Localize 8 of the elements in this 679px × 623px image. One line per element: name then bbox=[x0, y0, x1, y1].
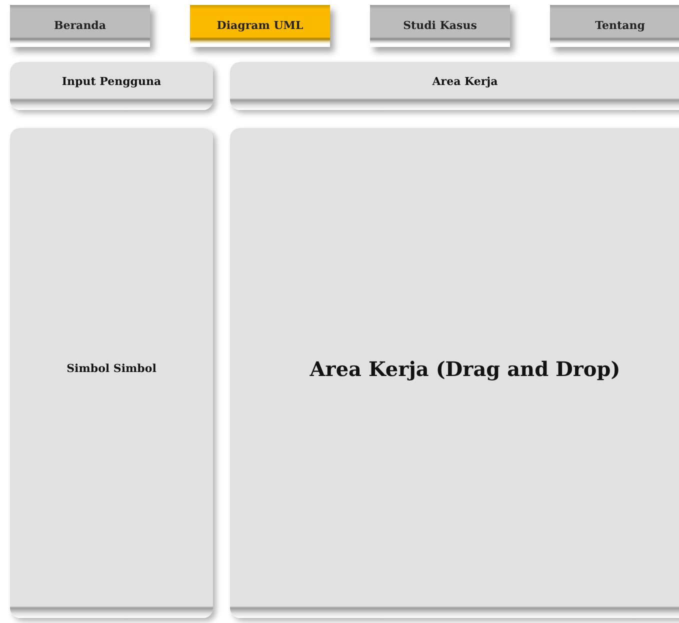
symbols-panel: Simbol Simbol bbox=[10, 128, 213, 618]
nav-tab[interactable]: Studi Kasus bbox=[370, 5, 510, 47]
nav-tab[interactable]: Beranda bbox=[10, 5, 150, 47]
nav-tab[interactable]: Diagram UML bbox=[190, 5, 330, 47]
input-header: Input Pengguna bbox=[10, 62, 213, 110]
nav-tab[interactable]: Tentang bbox=[550, 5, 679, 47]
workspace-header: Area Kerja bbox=[230, 62, 679, 110]
workspace-panel: Area Kerja (Drag and Drop) bbox=[230, 128, 679, 618]
